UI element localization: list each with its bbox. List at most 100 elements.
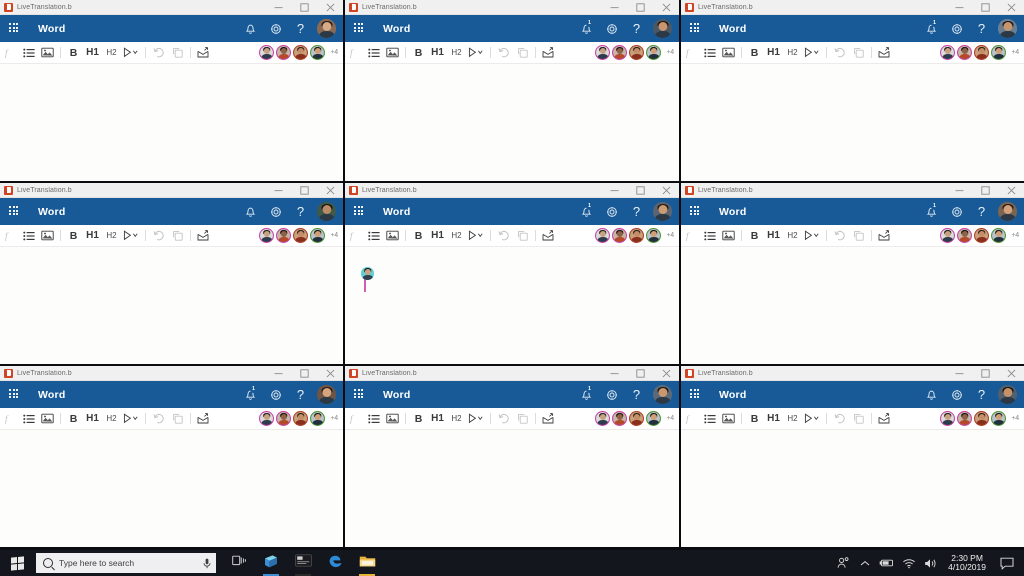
bulleted-list-icon[interactable] [700, 408, 719, 430]
collaborator-avatar-4[interactable] [991, 411, 1007, 426]
heading-2-button[interactable]: H2 [783, 42, 802, 64]
help-question-icon[interactable]: ? [288, 381, 313, 408]
maximize-button[interactable] [627, 0, 653, 15]
document-canvas[interactable] [0, 430, 343, 547]
collaborator-avatar-2[interactable] [276, 228, 292, 243]
heading-1-button[interactable]: H1 [428, 408, 447, 430]
bulleted-list-icon[interactable] [19, 225, 38, 247]
collaborator-avatar-3[interactable] [293, 228, 309, 243]
account-avatar[interactable] [317, 385, 336, 404]
collaborator-overflow-count[interactable]: +4 [666, 232, 674, 239]
heading-2-button[interactable]: H2 [447, 408, 466, 430]
format-painter-icon[interactable]: f [681, 225, 700, 247]
heading-1-button[interactable]: H1 [428, 225, 447, 247]
app-launcher-waffle-icon[interactable] [690, 389, 701, 400]
undo-button[interactable] [830, 42, 849, 64]
close-button[interactable] [653, 183, 679, 198]
bold-button[interactable]: B [409, 225, 428, 247]
minimize-button[interactable] [601, 183, 627, 198]
minimize-button[interactable] [946, 366, 972, 381]
insert-picture-icon[interactable] [383, 225, 402, 247]
heading-2-button[interactable]: H2 [102, 225, 121, 247]
maximize-button[interactable] [291, 366, 317, 381]
gear-icon[interactable] [944, 381, 969, 408]
app-launcher-waffle-icon[interactable] [690, 23, 701, 34]
help-question-icon[interactable]: ? [969, 198, 994, 225]
heading-2-button[interactable]: H2 [447, 42, 466, 64]
collaborator-avatar-4[interactable] [646, 45, 662, 60]
undo-button[interactable] [494, 42, 513, 64]
share-button[interactable] [194, 408, 213, 430]
undo-button[interactable] [494, 225, 513, 247]
document-canvas[interactable] [681, 430, 1024, 547]
collaborator-avatar-4[interactable] [991, 45, 1007, 60]
heading-1-button[interactable]: H1 [764, 408, 783, 430]
close-button[interactable] [317, 366, 343, 381]
collaborator-overflow-count[interactable]: +4 [1011, 232, 1019, 239]
collaborator-avatar-3[interactable] [629, 411, 645, 426]
redo-button[interactable] [849, 408, 868, 430]
share-button[interactable] [539, 42, 558, 64]
collaborator-avatar-4[interactable] [310, 411, 326, 426]
heading-1-button[interactable]: H1 [764, 225, 783, 247]
account-avatar[interactable] [653, 385, 672, 404]
heading-1-button[interactable]: H1 [764, 42, 783, 64]
minimize-button[interactable] [265, 183, 291, 198]
gear-icon[interactable] [263, 381, 288, 408]
microphone-icon[interactable] [203, 558, 211, 569]
bulleted-list-icon[interactable] [19, 42, 38, 64]
redo-button[interactable] [513, 408, 532, 430]
collaborator-overflow-count[interactable]: +4 [1011, 49, 1019, 56]
share-button[interactable] [539, 408, 558, 430]
heading-1-button[interactable]: H1 [428, 42, 447, 64]
dark-app-icon[interactable] [287, 550, 319, 576]
file-explorer-icon[interactable] [351, 550, 383, 576]
dictate-button[interactable] [802, 225, 823, 247]
help-question-icon[interactable]: ? [624, 15, 649, 42]
format-painter-icon[interactable]: f [0, 225, 19, 247]
maximize-button[interactable] [972, 183, 998, 198]
maximize-button[interactable] [291, 0, 317, 15]
collaborator-avatar-2[interactable] [276, 45, 292, 60]
undo-button[interactable] [830, 225, 849, 247]
task-view-icon[interactable] [223, 550, 255, 576]
collaborator-avatar-1[interactable] [259, 411, 275, 426]
dictate-button[interactable] [802, 408, 823, 430]
document-canvas[interactable] [0, 64, 343, 181]
help-question-icon[interactable]: ? [969, 15, 994, 42]
dictate-button[interactable] [121, 225, 142, 247]
help-question-icon[interactable]: ? [288, 15, 313, 42]
battery-icon[interactable] [876, 550, 898, 576]
collaborator-avatar-3[interactable] [974, 228, 990, 243]
bell-icon[interactable]: 1 [919, 198, 944, 225]
bulleted-list-icon[interactable] [364, 408, 383, 430]
redo-button[interactable] [168, 225, 187, 247]
bell-icon[interactable]: 1 [574, 381, 599, 408]
collaborator-avatar-3[interactable] [293, 411, 309, 426]
gear-icon[interactable] [599, 15, 624, 42]
app-launcher-waffle-icon[interactable] [354, 23, 365, 34]
collaborator-avatar-3[interactable] [293, 45, 309, 60]
close-button[interactable] [653, 0, 679, 15]
heading-2-button[interactable]: H2 [783, 225, 802, 247]
collaborator-avatar-2[interactable] [276, 411, 292, 426]
collaborator-avatar-4[interactable] [991, 228, 1007, 243]
collaborator-avatar-2[interactable] [957, 411, 973, 426]
app-launcher-waffle-icon[interactable] [690, 206, 701, 217]
format-painter-icon[interactable]: f [345, 408, 364, 430]
document-canvas[interactable] [345, 64, 679, 181]
undo-button[interactable] [494, 408, 513, 430]
collaborator-avatar-1[interactable] [940, 45, 956, 60]
minimize-button[interactable] [265, 0, 291, 15]
close-button[interactable] [317, 183, 343, 198]
bold-button[interactable]: B [745, 408, 764, 430]
insert-picture-icon[interactable] [383, 408, 402, 430]
collaborator-avatar-1[interactable] [595, 411, 611, 426]
collaborator-avatar-3[interactable] [629, 228, 645, 243]
insert-picture-icon[interactable] [719, 408, 738, 430]
undo-button[interactable] [149, 408, 168, 430]
insert-picture-icon[interactable] [38, 42, 57, 64]
close-button[interactable] [653, 366, 679, 381]
bell-icon[interactable] [919, 381, 944, 408]
account-avatar[interactable] [998, 385, 1017, 404]
